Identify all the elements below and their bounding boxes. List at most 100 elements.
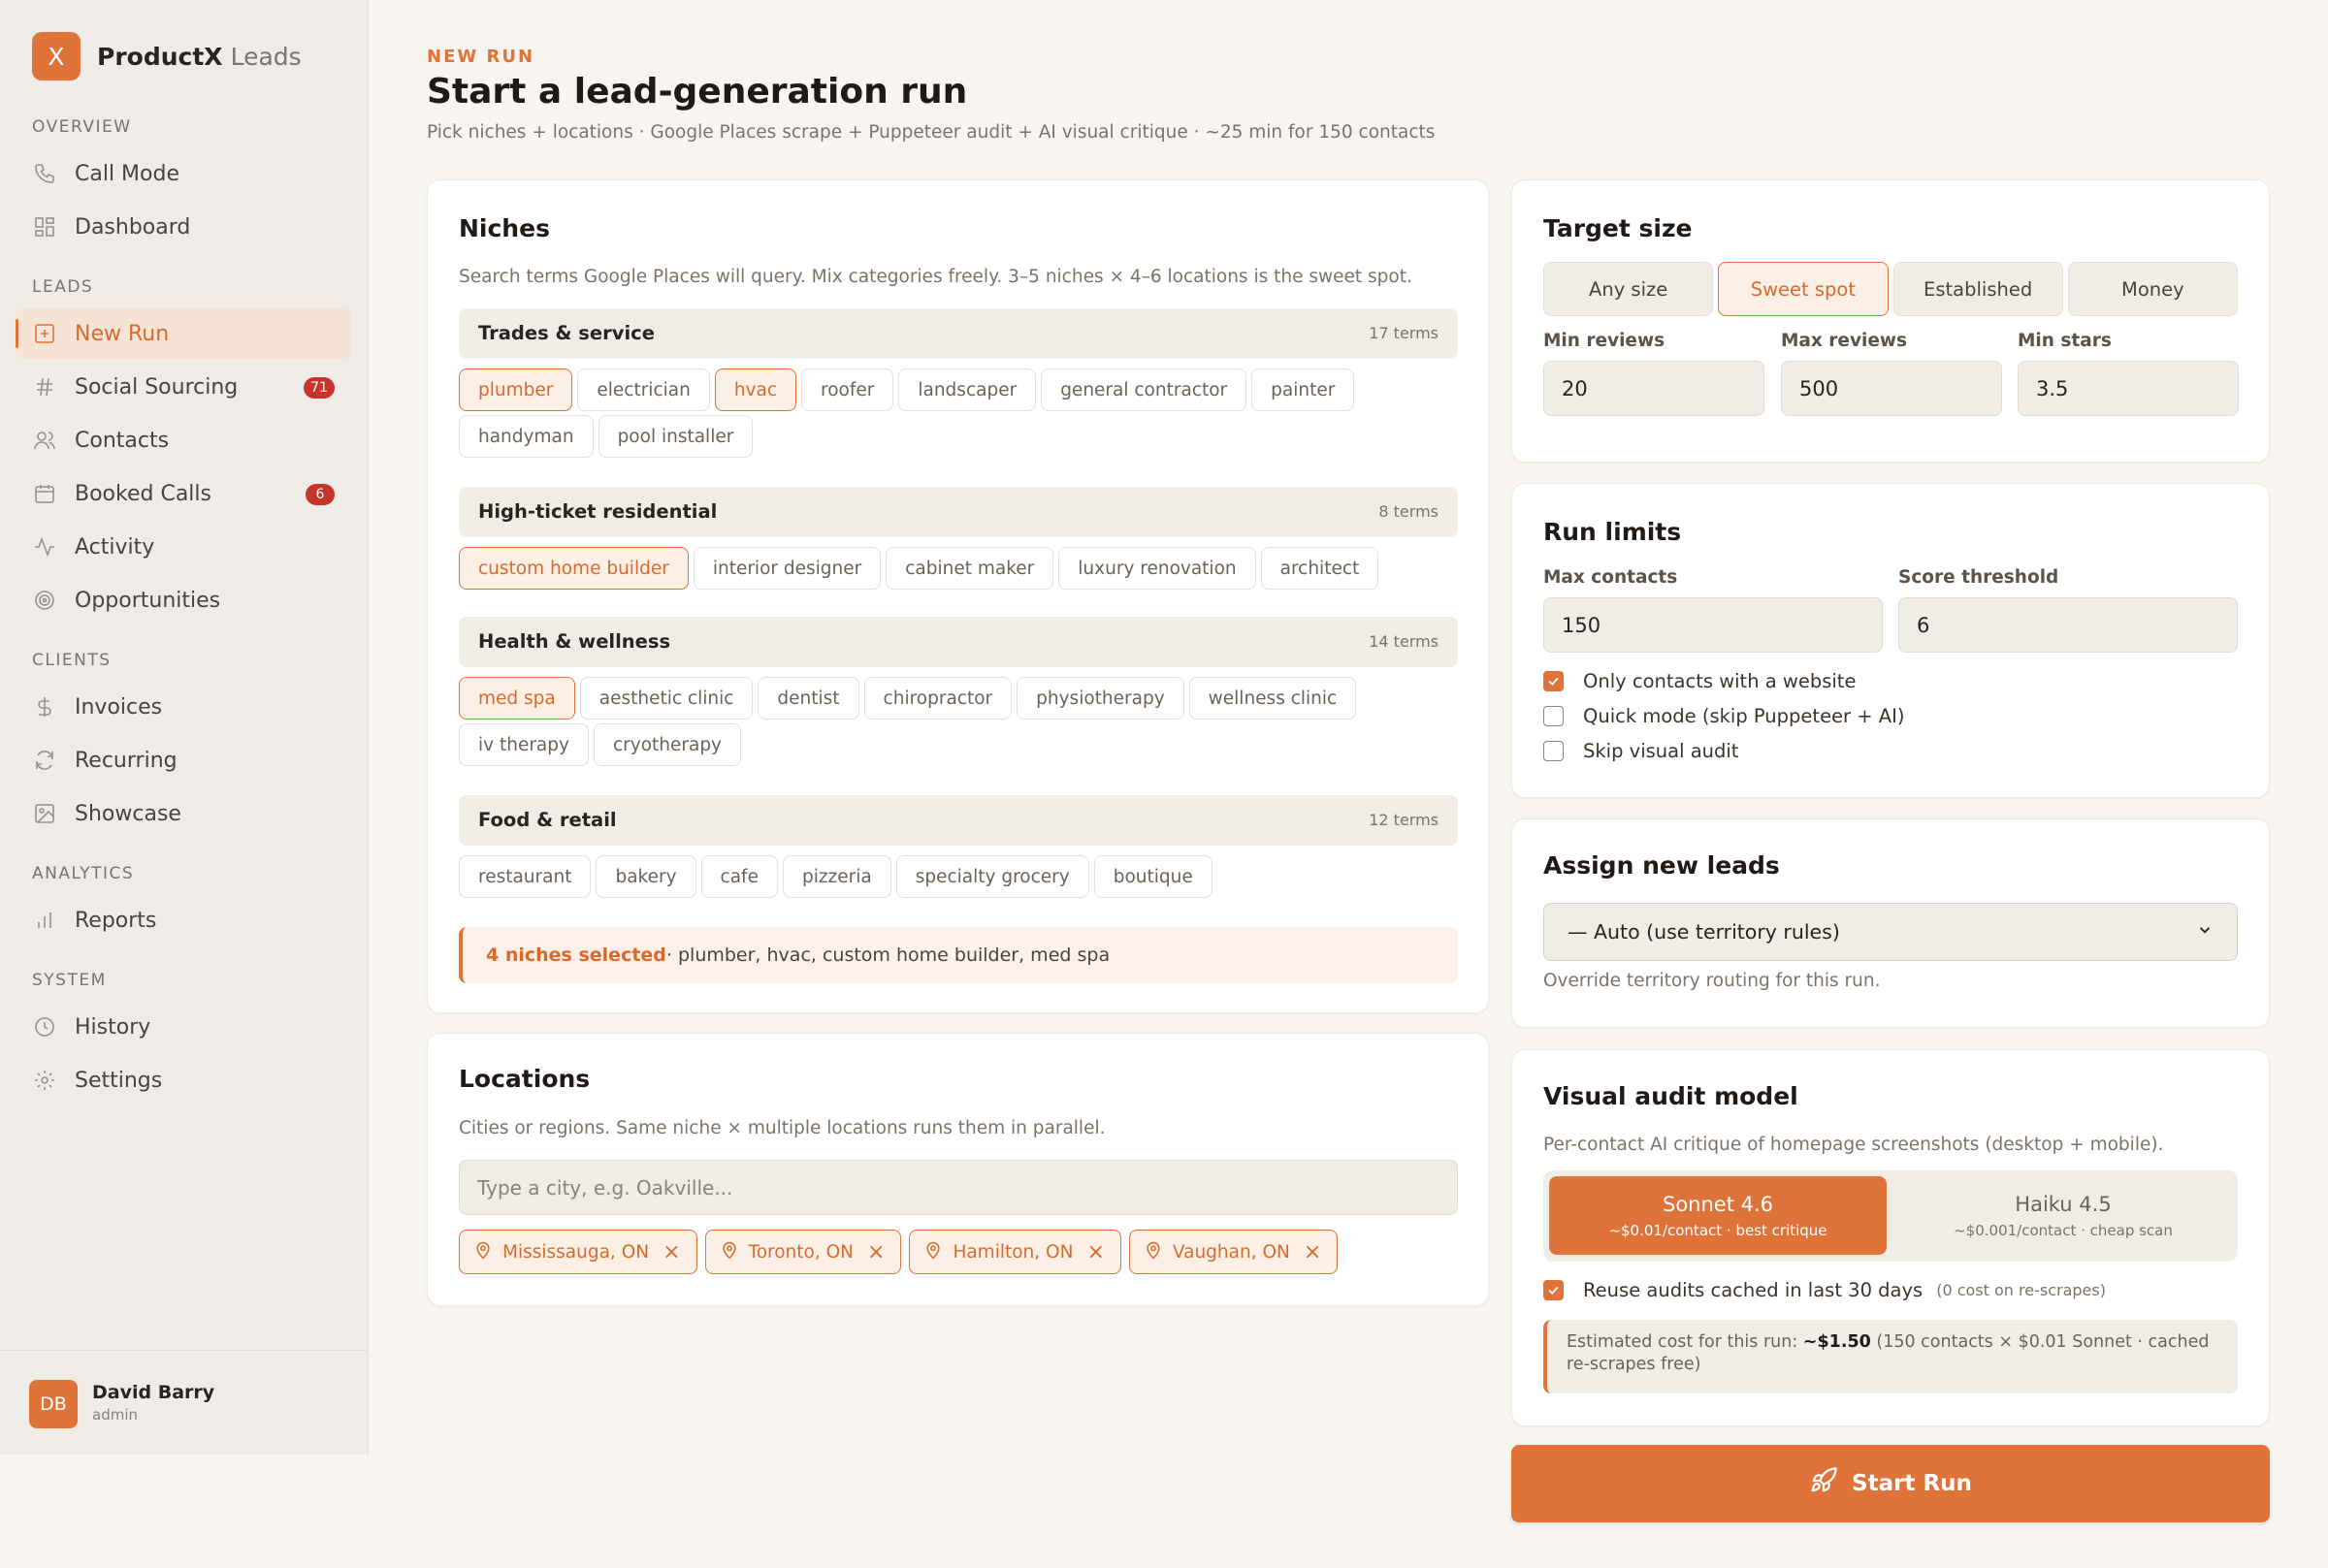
sidebar-item-dashboard[interactable]: Dashboard	[16, 202, 351, 252]
niche-chip[interactable]: restaurant	[459, 855, 592, 898]
quick-mode-checkbox[interactable]: Quick mode (skip Puppeteer + AI)	[1543, 705, 1905, 727]
model-option-haiku[interactable]: Haiku 4.5 ~$0.001/contact · cheap scan	[1894, 1176, 2232, 1255]
sidebar-item-recurring[interactable]: Recurring	[16, 735, 351, 785]
niche-chip[interactable]: cafe	[700, 855, 778, 898]
size-option-any[interactable]: Any size	[1543, 262, 1714, 316]
location-chip[interactable]: Hamilton, ON ×	[909, 1230, 1121, 1274]
close-icon[interactable]: ×	[663, 1240, 680, 1264]
brand[interactable]: X ProductX Leads	[32, 32, 302, 80]
assign-select[interactable]: — Auto (use territory rules)	[1543, 903, 2238, 961]
niche-chip[interactable]: iv therapy	[459, 723, 589, 766]
niche-group-name: Trades & service	[478, 322, 655, 344]
sidebar-item-showcase[interactable]: Showcase	[16, 788, 351, 839]
location-input[interactable]	[459, 1160, 1458, 1215]
niche-chip[interactable]: interior designer	[693, 547, 882, 590]
size-option-money[interactable]: Money	[2067, 262, 2238, 316]
niche-chip[interactable]: plumber	[459, 368, 573, 411]
sidebar-item-booked-calls[interactable]: Booked Calls 6	[16, 468, 351, 519]
niche-chip[interactable]: landscaper	[898, 368, 1037, 411]
niche-group-name: Health & wellness	[478, 630, 671, 653]
niche-chip[interactable]: physiotherapy	[1017, 677, 1184, 720]
page-title: Start a lead-generation run	[427, 72, 968, 112]
checkbox-checked[interactable]	[1543, 1280, 1564, 1300]
hash-icon	[32, 374, 57, 400]
sidebar-item-label: Recurring	[75, 748, 178, 773]
niche-chip[interactable]: boutique	[1093, 855, 1212, 898]
sidebar-item-invoices[interactable]: Invoices	[16, 682, 351, 732]
sidebar-item-new-run[interactable]: New Run	[16, 308, 351, 359]
start-run-button[interactable]: Start Run	[1511, 1445, 2270, 1522]
niche-group-header[interactable]: Health & wellness 14 terms	[459, 617, 1458, 667]
website-only-checkbox[interactable]: Only contacts with a website	[1543, 670, 1856, 692]
avatar: DB	[29, 1380, 78, 1428]
niche-chip[interactable]: general contractor	[1041, 368, 1247, 411]
brand-sub: Leads	[230, 42, 302, 71]
sidebar-item-call-mode[interactable]: Call Mode	[16, 148, 351, 199]
close-icon[interactable]: ×	[867, 1240, 885, 1264]
phone-icon	[32, 161, 57, 186]
niche-chip[interactable]: handyman	[459, 415, 594, 458]
visual-audit-card: Visual audit model Per-contact AI critiq…	[1511, 1049, 2270, 1426]
reuse-audits-checkbox[interactable]: Reuse audits cached in last 30 days (0 c…	[1543, 1279, 2106, 1301]
checkbox-label: Skip visual audit	[1583, 740, 1739, 762]
niche-chip[interactable]: chiropractor	[863, 677, 1013, 720]
location-chips: Mississauga, ON × Toronto, ON × Hamilton, ON…	[459, 1230, 1339, 1274]
location-chip[interactable]: Vaughan, ON ×	[1128, 1230, 1339, 1274]
checkbox-unchecked[interactable]	[1543, 706, 1564, 726]
niche-group-count: 17 terms	[1369, 324, 1439, 342]
niche-chip[interactable]: custom home builder	[459, 547, 689, 590]
niche-group-header[interactable]: Food & retail 12 terms	[459, 795, 1458, 846]
min-stars-input[interactable]	[2018, 361, 2239, 416]
location-chip[interactable]: Toronto, ON ×	[704, 1230, 902, 1274]
min-reviews-input[interactable]	[1543, 361, 1764, 416]
max-reviews-input[interactable]	[1781, 361, 2002, 416]
sidebar-item-activity[interactable]: Activity	[16, 522, 351, 572]
max-contacts-input[interactable]	[1543, 597, 1883, 653]
model-option-sonnet[interactable]: Sonnet 4.6 ~$0.01/contact · best critiqu…	[1549, 1176, 1887, 1255]
location-label: Mississauga, ON	[502, 1241, 650, 1263]
niche-chip[interactable]: pool installer	[598, 415, 754, 458]
section-overview: OVERVIEW	[32, 117, 132, 137]
niche-chip[interactable]: pizzeria	[782, 855, 891, 898]
checkbox-unchecked[interactable]	[1543, 741, 1564, 761]
sidebar-item-label: Showcase	[75, 801, 181, 826]
sidebar-item-history[interactable]: History	[16, 1002, 351, 1052]
plus-square-icon	[32, 321, 57, 346]
niche-group-header[interactable]: Trades & service 17 terms	[459, 308, 1458, 359]
sidebar-item-label: Dashboard	[75, 214, 191, 240]
niche-chip[interactable]: specialty grocery	[895, 855, 1089, 898]
max-contacts-label: Max contacts	[1543, 567, 1678, 588]
niche-chip[interactable]: cabinet maker	[886, 547, 1054, 590]
location-chip[interactable]: Mississauga, ON ×	[459, 1230, 697, 1274]
sidebar-item-settings[interactable]: Settings	[16, 1055, 351, 1105]
niche-chip[interactable]: hvac	[714, 368, 797, 411]
assign-help: Override territory routing for this run.	[1543, 971, 1881, 991]
sidebar-item-reports[interactable]: Reports	[16, 895, 351, 945]
niche-chip[interactable]: electrician	[577, 368, 710, 411]
niche-chip[interactable]: painter	[1251, 368, 1355, 411]
sidebar-item-social-sourcing[interactable]: Social Sourcing 71	[16, 362, 351, 412]
sidebar-item-opportunities[interactable]: Opportunities	[16, 575, 351, 625]
niche-chip[interactable]: architect	[1260, 547, 1379, 590]
niche-chip[interactable]: med spa	[459, 677, 575, 720]
niche-chip[interactable]: luxury renovation	[1058, 547, 1256, 590]
size-option-sweet-spot[interactable]: Sweet spot	[1718, 262, 1889, 316]
size-option-established[interactable]: Established	[1892, 262, 2063, 316]
checkbox-checked[interactable]	[1543, 671, 1564, 691]
niche-chip[interactable]: roofer	[801, 368, 894, 411]
niche-chip[interactable]: wellness clinic	[1188, 677, 1357, 720]
niche-chips: plumber electrician hvac roofer landscaper ge…	[459, 368, 1462, 458]
niche-chip[interactable]: aesthetic clinic	[579, 677, 754, 720]
niche-chips: restaurant bakery cafe pizzeria specialty gr…	[459, 855, 1462, 898]
score-threshold-input[interactable]	[1898, 597, 2238, 653]
niche-chip[interactable]: bakery	[596, 855, 696, 898]
user-panel[interactable]: DB David Barry admin	[0, 1350, 369, 1455]
sidebar-item-contacts[interactable]: Contacts	[16, 415, 351, 465]
niche-group-header[interactable]: High-ticket residential 8 terms	[459, 487, 1458, 537]
sidebar-item-label: Call Mode	[75, 161, 180, 186]
niche-chip[interactable]: dentist	[758, 677, 859, 720]
niche-chip[interactable]: cryotherapy	[593, 723, 742, 766]
skip-visual-audit-checkbox[interactable]: Skip visual audit	[1543, 740, 1738, 762]
close-icon[interactable]: ×	[1304, 1240, 1321, 1264]
close-icon[interactable]: ×	[1086, 1240, 1104, 1264]
